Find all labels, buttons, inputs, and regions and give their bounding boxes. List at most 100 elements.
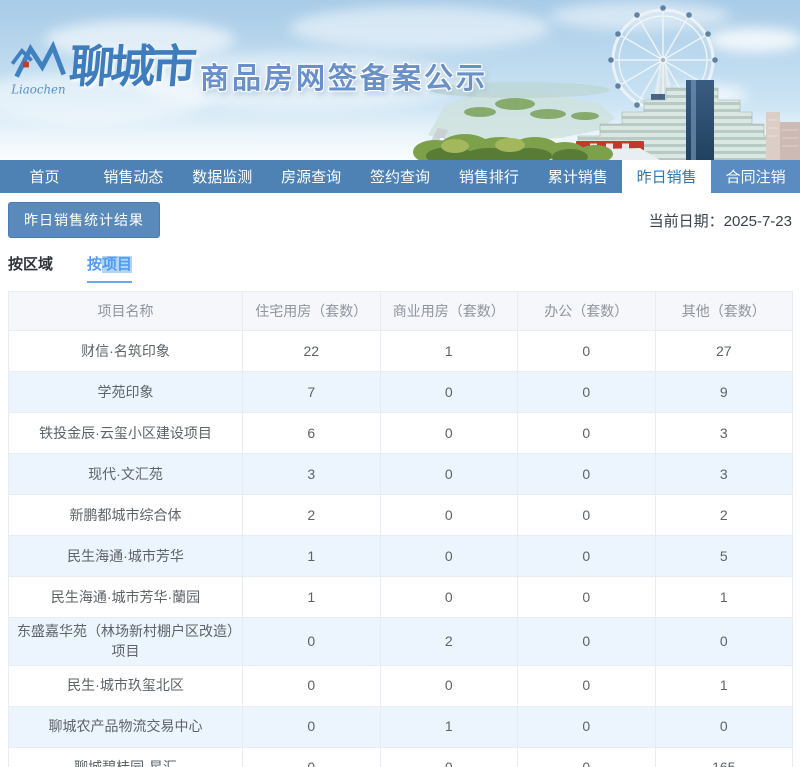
table-row: 民生·城市玖玺北区 0 0 0 1 [8, 664, 793, 707]
nav-item-home[interactable]: 首页 [0, 160, 89, 193]
column-header: 办公（套数） [517, 291, 656, 331]
project-name-cell: 民生·城市玖玺北区 [8, 664, 243, 707]
value-cell: 0 [517, 330, 656, 372]
value-cell: 3 [654, 453, 793, 495]
value-cell: 0 [379, 746, 518, 767]
logo-script-text: Liaocheng [10, 83, 66, 97]
value-cell: 0 [517, 535, 656, 577]
value-cell: 3 [654, 412, 793, 454]
value-cell: 0 [517, 664, 656, 707]
value-cell: 0 [242, 746, 381, 767]
table-row: 财信·名筑印象 22 1 0 27 [8, 330, 793, 372]
column-header: 住宅用房（套数） [242, 291, 381, 331]
value-cell: 0 [379, 535, 518, 577]
tab-by-project-selected-text: 项目 [102, 256, 133, 273]
tab-by-region[interactable]: 按区域 [8, 253, 53, 283]
value-cell: 0 [379, 371, 518, 413]
value-cell: 1 [379, 705, 518, 748]
banner-title: 商品房网签备案公示 [200, 63, 489, 95]
table-header-row: 项目名称 住宅用房（套数） 商业用房（套数） 办公（套数） 其他（套数） [8, 291, 793, 331]
value-cell: 1 [242, 576, 381, 618]
yesterday-sales-result-button[interactable]: 昨日销售统计结果 [8, 202, 160, 238]
value-cell: 22 [242, 330, 381, 372]
project-name-cell: 聊城碧桂园·星汇 [8, 746, 243, 767]
project-name-cell: 新鹏都城市综合体 [8, 494, 243, 536]
tab-by-project-text: 按 [87, 256, 103, 273]
value-cell: 0 [654, 705, 793, 748]
project-name-cell: 铁投金辰·云玺小区建设项目 [8, 412, 243, 454]
city-name-calligraphy: 聊城市 [67, 40, 195, 93]
nav-item-contract-cancellation[interactable]: 合同注销 [711, 160, 800, 193]
nav-item-data-monitor[interactable]: 数据监测 [178, 160, 267, 193]
project-name-cell: 学苑印象 [8, 371, 243, 413]
project-name-cell: 民生海通·城市芳华 [8, 535, 243, 577]
value-cell: 27 [654, 330, 793, 372]
current-date-value: 2025-7-23 [723, 212, 792, 230]
value-cell: 0 [517, 371, 656, 413]
table-row: 东盛嘉华苑（林场新村棚户区改造）项目 0 2 0 0 [8, 617, 793, 666]
table-row: 民生海通·城市芳华 1 0 0 5 [8, 535, 793, 577]
project-name-cell: 民生海通·城市芳华·蘭园 [8, 576, 243, 618]
value-cell: 1 [654, 576, 793, 618]
main-nav: 首页 销售动态 数据监测 房源查询 签约查询 销售排行 累计销售 昨日销售 合同注销 [0, 160, 800, 193]
value-cell: 9 [654, 371, 793, 413]
value-cell: 0 [379, 412, 518, 454]
nav-item-cumulative-sales[interactable]: 累计销售 [533, 160, 622, 193]
current-date: 当前日期：2025-7-23 [649, 210, 792, 231]
value-cell: 6 [242, 412, 381, 454]
project-sales-table: 项目名称 住宅用房（套数） 商业用房（套数） 办公（套数） 其他（套数） 财信·名筑印象… [8, 291, 793, 767]
nav-item-signing-query[interactable]: 签约查询 [356, 160, 445, 193]
table-row: 学苑印象 7 0 0 9 [8, 371, 793, 413]
table-body: 财信·名筑印象 22 1 0 27 学苑印象 7 0 0 9 铁投金辰·云玺小区建设项目 6 0 0 3 现代… [8, 330, 793, 767]
value-cell: 2 [654, 494, 793, 536]
value-cell: 1 [242, 535, 381, 577]
value-cell: 0 [379, 453, 518, 495]
column-header: 其他（套数） [654, 291, 793, 331]
view-tabs: 按区域 按项目 [8, 253, 792, 283]
value-cell: 0 [242, 664, 381, 707]
table-row: 聊城农产品物流交易中心 0 1 0 0 [8, 705, 793, 748]
value-cell: 0 [379, 576, 518, 618]
value-cell: 0 [517, 494, 656, 536]
table-row: 民生海通·城市芳华·蘭园 1 0 0 1 [8, 576, 793, 618]
current-date-label: 当前日期： [648, 212, 724, 230]
column-header: 商业用房（套数） [379, 291, 518, 331]
value-cell: 3 [242, 453, 381, 495]
content-area: 昨日销售统计结果 当前日期：2025-7-23 按区域 按项目 项目名称 住宅用房… [0, 202, 800, 767]
table-row: 聊城碧桂园·星汇000165 [8, 746, 793, 767]
banner: Liaocheng 聊城市 商品房网签备案公示 [0, 0, 800, 160]
column-header: 项目名称 [8, 291, 243, 331]
value-cell: 0 [517, 453, 656, 495]
project-name-cell: 财信·名筑印象 [8, 330, 243, 372]
project-name-cell: 现代·文汇苑 [8, 453, 243, 495]
table-row: 现代·文汇苑 3 0 0 3 [8, 453, 793, 495]
nav-item-yesterday-sales[interactable]: 昨日销售 [622, 160, 712, 193]
value-cell: 0 [517, 746, 656, 767]
value-cell: 1 [379, 330, 518, 372]
nav-item-sales-activity[interactable]: 销售动态 [89, 160, 178, 193]
value-cell: 0 [517, 412, 656, 454]
value-cell: 2 [242, 494, 381, 536]
table-row: 新鹏都城市综合体 2 0 0 2 [8, 494, 793, 536]
toolbar: 昨日销售统计结果 当前日期：2025-7-23 [8, 202, 792, 238]
project-name-cell: 东盛嘉华苑（林场新村棚户区改造）项目 [8, 617, 243, 666]
value-cell: 0 [379, 494, 518, 536]
nav-item-sales-ranking[interactable]: 销售排行 [444, 160, 533, 193]
value-cell: 2 [379, 617, 518, 666]
value-cell: 5 [654, 535, 793, 577]
value-cell: 0 [517, 705, 656, 748]
nav-item-listing-query[interactable]: 房源查询 [267, 160, 356, 193]
value-cell: 0 [517, 576, 656, 618]
value-cell: 0 [242, 705, 381, 748]
project-name-cell: 聊城农产品物流交易中心 [8, 705, 243, 748]
liaocheng-logo: Liaocheng [10, 40, 66, 97]
value-cell: 0 [379, 664, 518, 707]
value-cell: 0 [654, 617, 793, 666]
value-cell: 0 [517, 617, 656, 666]
value-cell: 7 [242, 371, 381, 413]
value-cell: 0 [242, 617, 381, 666]
tab-by-project[interactable]: 按项目 [87, 253, 133, 283]
value-cell: 165 [654, 746, 793, 767]
value-cell: 1 [654, 664, 793, 707]
table-row: 铁投金辰·云玺小区建设项目 6 0 0 3 [8, 412, 793, 454]
